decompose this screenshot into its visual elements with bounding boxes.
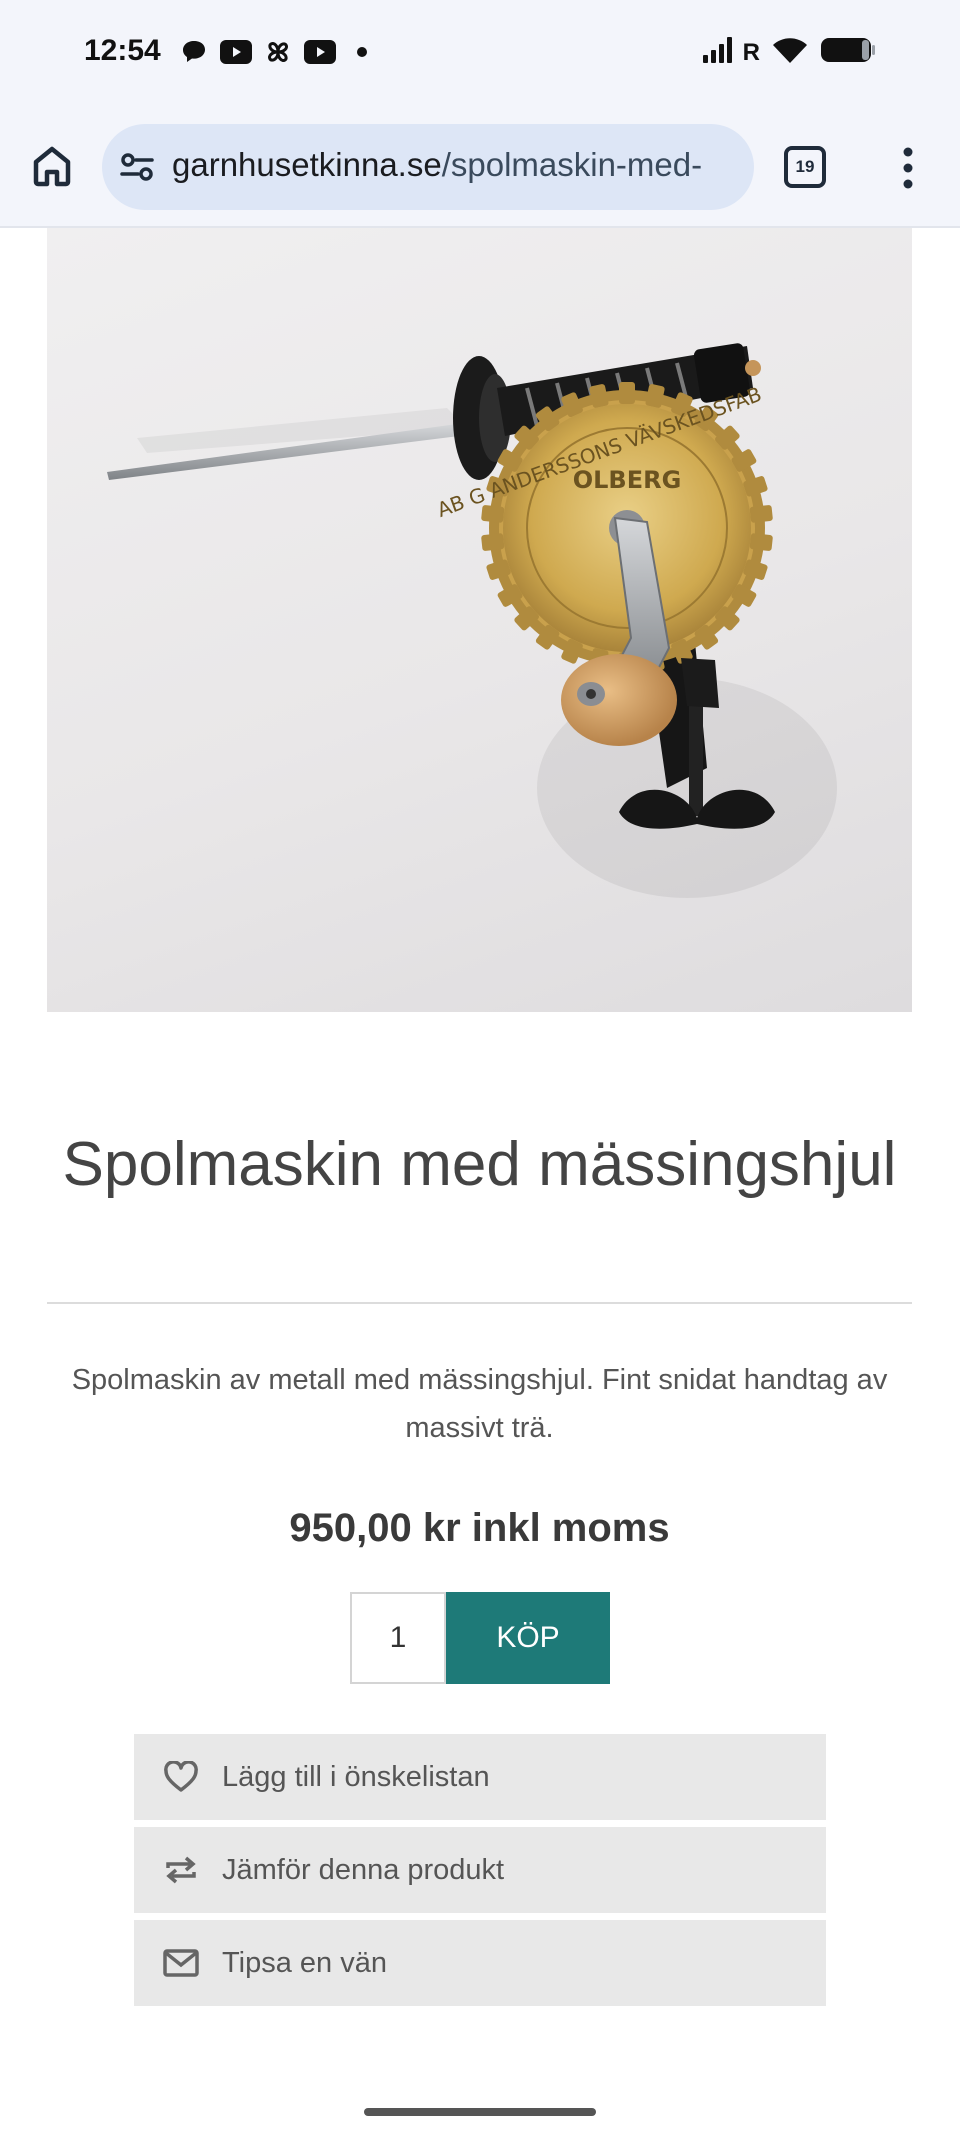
add-to-wishlist-button[interactable]: Lägg till i önskelistan [134,1734,826,1820]
tell-a-friend-button[interactable]: Tipsa en vän [134,1920,826,2006]
tab-switcher-button[interactable]: 19 [784,146,826,188]
wheel-brand: OLBERG [573,466,682,494]
product-price: 950,00 kr inkl moms [289,1506,670,1550]
compare-product-label: Jämför denna produkt [222,1853,505,1886]
more-menu-icon[interactable] [894,146,922,190]
home-indicator[interactable] [364,2108,596,2116]
product-title: Spolmaskin med mässingshjul [62,1130,897,1199]
address-bar[interactable]: garnhusetkinna.se/spolmaskin-med- [102,124,754,210]
browser-toolbar: garnhusetkinna.se/spolmaskin-med- 19 [0,112,960,228]
url-path: /spolmaskin-med- [441,146,703,183]
product-description: Spolmaskin av metall med mässingshjul. F… [71,1364,888,1444]
wifi-icon [772,36,808,69]
roaming-indicator: R [742,38,760,66]
pinwheel-icon [262,38,294,66]
mail-icon [162,1944,200,1982]
youtube-icon [220,38,252,66]
url-domain: garnhusetkinna.se [172,146,442,183]
heart-icon [162,1758,200,1796]
compare-product-button[interactable]: Jämför denna produkt [134,1827,826,1913]
dot-icon [346,38,378,66]
url-text[interactable]: garnhusetkinna.se/spolmaskin-med- [172,146,742,184]
notification-icons [178,38,378,66]
status-bar: 12:54 R [0,0,960,112]
system-icons: R [702,36,876,69]
bobbin-winder-illustration: AB G ANDERSSONS VÄVSKEDSFAB OLBERG [107,343,837,898]
status-time: 12:54 [84,34,161,67]
product-image[interactable]: AB G ANDERSSONS VÄVSKEDSFAB OLBERG [47,228,912,1012]
buy-button[interactable]: KÖP [446,1592,610,1684]
compare-icon [162,1851,200,1889]
chat-bubble-icon [178,38,210,66]
add-to-wishlist-label: Lägg till i önskelistan [222,1760,490,1793]
divider [47,1302,912,1304]
quantity-input[interactable] [350,1592,446,1684]
site-settings-icon[interactable] [120,152,154,182]
tell-a-friend-label: Tipsa en vän [222,1946,387,1979]
signal-icon [702,37,737,68]
home-icon[interactable] [28,142,76,190]
youtube-icon [304,38,336,66]
battery-icon [820,36,876,69]
